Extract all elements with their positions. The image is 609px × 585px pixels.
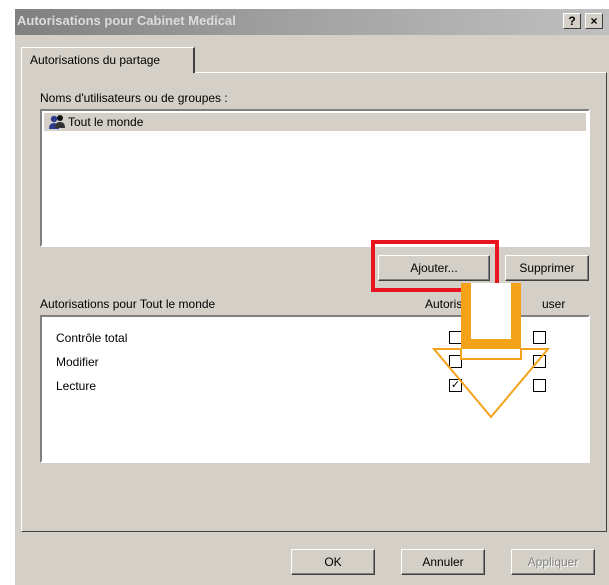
help-button[interactable]: ? <box>563 13 581 29</box>
remove-button-label: Supprimer <box>519 261 575 275</box>
down-arrow-icon <box>431 283 551 419</box>
list-item[interactable]: Tout le monde <box>44 113 586 131</box>
group-icon <box>49 115 65 129</box>
apply-button[interactable]: Appliquer <box>511 549 595 575</box>
permissions-dialog: Autorisations pour Cabinet Medical ? × A… <box>14 8 609 585</box>
permission-name: Lecture <box>56 379 97 393</box>
permissions-label: Autorisations pour Tout le monde <box>40 297 216 311</box>
apply-button-label: Appliquer <box>527 555 579 569</box>
add-button[interactable]: Ajouter... <box>378 255 490 281</box>
cancel-button[interactable]: Annuler <box>401 549 485 575</box>
add-button-label: Ajouter... <box>410 261 458 275</box>
permission-name: Contrôle total <box>56 331 128 345</box>
users-list[interactable]: Tout le monde <box>40 109 590 247</box>
ok-button[interactable]: OK <box>291 549 375 575</box>
close-button[interactable]: × <box>585 13 603 29</box>
list-item-label: Tout le monde <box>68 115 144 129</box>
title-bar[interactable]: Autorisations pour Cabinet Medical ? × <box>15 9 609 35</box>
remove-button[interactable]: Supprimer <box>505 255 589 281</box>
permission-name: Modifier <box>56 355 99 369</box>
dialog-title: Autorisations pour Cabinet Medical <box>17 13 236 28</box>
tab-share-permissions[interactable]: Autorisations du partage <box>21 47 195 73</box>
ok-button-label: OK <box>324 555 342 569</box>
users-label: Noms d'utilisateurs ou de groupes : <box>40 91 228 105</box>
cancel-button-label: Annuler <box>422 555 464 569</box>
